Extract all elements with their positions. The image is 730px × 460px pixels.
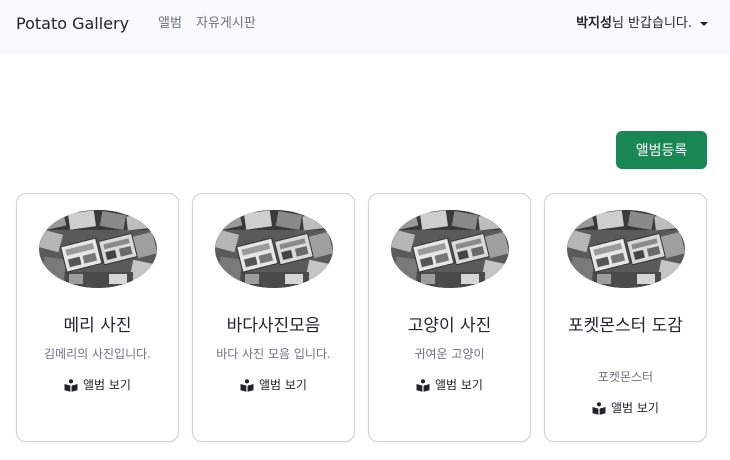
book-reader-icon	[416, 379, 430, 392]
album-title: 바다사진모음	[226, 316, 321, 336]
nav-link-board[interactable]: 자유게시판	[196, 16, 256, 32]
album-description: 귀여운 고양이	[414, 347, 485, 361]
view-album-label: 앨범 보기	[259, 378, 307, 392]
album-thumbnail	[215, 210, 333, 288]
view-album-link[interactable]: 앨범 보기	[193, 377, 354, 393]
user-greeting: 님 반갑습니다.	[611, 16, 692, 31]
user-menu-dropdown[interactable]: 박지성 님 반갑습니다.	[576, 16, 708, 32]
nav-link-album[interactable]: 앨범	[158, 16, 182, 32]
view-album-label: 앨범 보기	[611, 401, 659, 415]
album-thumbnail	[567, 210, 685, 288]
view-album-label: 앨범 보기	[435, 378, 483, 392]
brand-logo[interactable]: Potato Gallery	[16, 14, 129, 34]
register-album-button[interactable]: 앨범등록	[616, 131, 707, 169]
view-album-label: 앨범 보기	[83, 378, 131, 392]
album-card: 바다사진모음 바다 사진 모음 입니다. 앨범 보기	[192, 193, 355, 442]
album-thumbnail	[39, 210, 157, 288]
album-title: 고양이 사진	[407, 316, 492, 336]
view-album-link[interactable]: 앨범 보기	[545, 400, 706, 416]
album-card: 메리 사진 김메리의 사진입니다. 앨범 보기	[16, 193, 179, 442]
view-album-link[interactable]: 앨범 보기	[17, 377, 178, 393]
album-card: 포켓몬스터 도감 포켓몬스터 앨범 보기	[544, 193, 707, 442]
book-reader-icon	[240, 379, 254, 392]
album-description: 김메리의 사진입니다.	[44, 347, 151, 361]
chevron-down-icon	[700, 22, 708, 26]
album-title: 포켓몬스터 도감	[568, 316, 683, 336]
album-thumbnail	[391, 210, 509, 288]
user-name: 박지성	[576, 16, 612, 31]
book-reader-icon	[64, 379, 78, 392]
top-navbar: Potato Gallery 앨범 자유게시판 박지성 님 반갑습니다.	[0, 0, 730, 54]
album-title: 메리 사진	[63, 316, 132, 336]
album-description: 바다 사진 모음 입니다.	[216, 347, 331, 361]
album-description: 포켓몬스터	[597, 370, 654, 384]
album-card: 고양이 사진 귀여운 고양이 앨범 보기	[368, 193, 531, 442]
book-reader-icon	[592, 402, 606, 415]
view-album-link[interactable]: 앨범 보기	[369, 377, 530, 393]
